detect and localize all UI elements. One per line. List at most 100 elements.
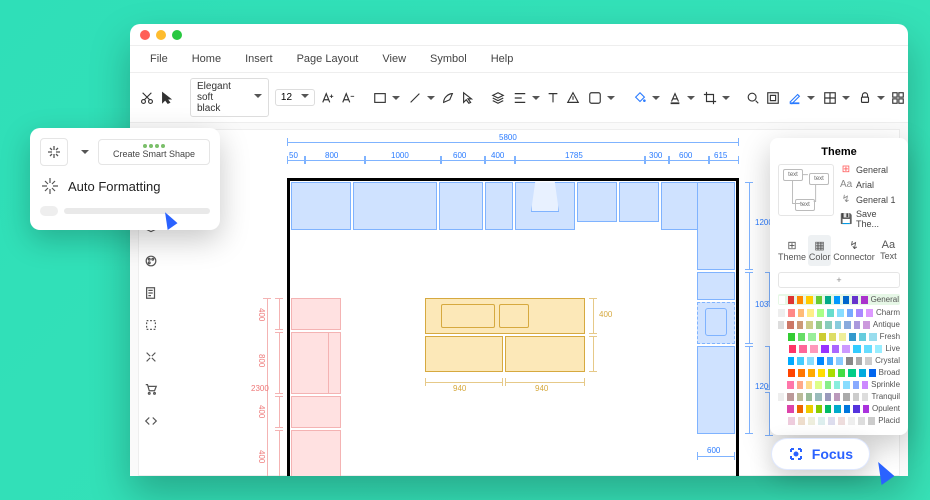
side-tool-cart[interactable] bbox=[140, 378, 162, 400]
chevron-down-icon[interactable] bbox=[684, 89, 695, 107]
cabinet[interactable] bbox=[353, 182, 437, 230]
menu-page-layout[interactable]: Page Layout bbox=[287, 50, 369, 68]
cut-icon[interactable] bbox=[140, 89, 154, 107]
chevron-down-icon[interactable] bbox=[76, 138, 90, 166]
chevron-down-icon[interactable] bbox=[389, 89, 400, 107]
theme-list-save[interactable]: 💾Save The... bbox=[840, 209, 900, 229]
color-swatch bbox=[853, 393, 859, 401]
pointer-outline-icon[interactable] bbox=[461, 89, 475, 107]
format-slider[interactable] bbox=[40, 206, 210, 216]
minimize-window-icon[interactable] bbox=[156, 30, 166, 40]
layers-icon[interactable] bbox=[491, 89, 505, 107]
theme-tab-theme[interactable]: ⊞Theme bbox=[778, 235, 806, 266]
menu-symbol[interactable]: Symbol bbox=[420, 50, 477, 68]
cabinet-red[interactable] bbox=[291, 430, 341, 476]
swatch-row-general[interactable]: General bbox=[778, 294, 900, 305]
swatch-row-fresh[interactable]: Fresh bbox=[778, 332, 900, 341]
menu-help[interactable]: Help bbox=[481, 50, 524, 68]
cabinet[interactable] bbox=[697, 272, 735, 300]
swatch-row-live[interactable]: Live bbox=[778, 344, 900, 353]
theme-list-general[interactable]: ⊞General bbox=[840, 164, 900, 175]
side-tool-palette[interactable] bbox=[140, 250, 162, 272]
swatch-row-sprinkle[interactable]: Sprinkle bbox=[778, 380, 900, 389]
maximize-window-icon[interactable] bbox=[172, 30, 182, 40]
cabinet[interactable] bbox=[291, 182, 351, 230]
close-window-icon[interactable] bbox=[140, 30, 150, 40]
swatch-row-placid[interactable]: Placid bbox=[778, 416, 900, 425]
cabinet-red[interactable] bbox=[291, 298, 341, 330]
menu-insert[interactable]: Insert bbox=[235, 50, 283, 68]
swatch-row-charm[interactable]: Charm bbox=[778, 308, 900, 317]
text-icon[interactable] bbox=[546, 89, 560, 107]
fit-page-icon[interactable] bbox=[766, 89, 780, 107]
menu-home[interactable]: Home bbox=[182, 50, 231, 68]
line-icon[interactable] bbox=[406, 89, 424, 107]
add-theme-button[interactable]: + bbox=[778, 272, 900, 288]
color-swatch bbox=[787, 321, 793, 329]
cabinet[interactable] bbox=[577, 182, 617, 222]
style-icon[interactable] bbox=[586, 89, 604, 107]
increase-font-icon[interactable] bbox=[321, 89, 335, 107]
menu-file[interactable]: File bbox=[140, 50, 178, 68]
swatch-row-crystal[interactable]: Crystal bbox=[778, 356, 900, 365]
swatch-row-broad[interactable]: Broad bbox=[778, 368, 900, 377]
cabinet[interactable] bbox=[439, 182, 483, 230]
cabinet[interactable] bbox=[697, 182, 735, 270]
chevron-down-icon[interactable] bbox=[604, 89, 615, 107]
font-size-select[interactable]: 12 bbox=[275, 89, 315, 106]
color-swatch bbox=[828, 417, 835, 425]
lock-icon[interactable] bbox=[856, 89, 874, 107]
chevron-down-icon[interactable] bbox=[804, 89, 815, 107]
crop-icon[interactable] bbox=[701, 89, 719, 107]
pen-icon[interactable] bbox=[441, 89, 455, 107]
chevron-down-icon[interactable] bbox=[649, 89, 660, 107]
theme-tab-text[interactable]: AaText bbox=[877, 235, 900, 266]
swatch-row-tranquil[interactable]: Tranquil bbox=[778, 392, 900, 401]
decrease-font-icon[interactable] bbox=[341, 89, 355, 107]
side-tool-box[interactable] bbox=[140, 314, 162, 336]
island-cabinet[interactable] bbox=[425, 336, 503, 372]
text-color-icon[interactable] bbox=[666, 89, 684, 107]
align-icon[interactable] bbox=[511, 89, 529, 107]
chevron-down-icon[interactable] bbox=[719, 89, 730, 107]
cabinet[interactable] bbox=[697, 346, 735, 434]
theme-list-general1[interactable]: ↯General 1 bbox=[840, 194, 900, 205]
table-icon[interactable] bbox=[821, 89, 839, 107]
font-select[interactable]: Elegant soft black bbox=[190, 78, 269, 117]
swatch-row-antique[interactable]: Antique bbox=[778, 320, 900, 329]
chevron-down-icon[interactable] bbox=[529, 89, 540, 107]
chevron-down-icon[interactable] bbox=[424, 89, 435, 107]
zoom-icon[interactable] bbox=[746, 89, 760, 107]
color-swatch bbox=[834, 405, 840, 413]
rectangle-icon[interactable] bbox=[371, 89, 389, 107]
color-swatch bbox=[825, 381, 831, 389]
color-swatch bbox=[797, 296, 803, 304]
color-swatch bbox=[788, 333, 795, 341]
sparkle-icon[interactable] bbox=[40, 138, 68, 166]
edit-line-icon[interactable] bbox=[786, 89, 804, 107]
focus-button[interactable]: Focus bbox=[771, 438, 870, 470]
font-name: Elegant soft black bbox=[197, 81, 231, 114]
create-smart-shape-button[interactable]: Create Smart Shape bbox=[98, 139, 210, 165]
swatch-row-opulent[interactable]: Opulent bbox=[778, 404, 900, 413]
theme-tab-color[interactable]: ▦Color bbox=[808, 235, 831, 266]
cabinet[interactable] bbox=[485, 182, 513, 230]
cabinet[interactable] bbox=[619, 182, 659, 222]
color-swatch bbox=[778, 321, 784, 329]
menu-view[interactable]: View bbox=[372, 50, 416, 68]
chevron-down-icon[interactable] bbox=[839, 89, 850, 107]
island-cabinet[interactable] bbox=[505, 336, 585, 372]
theme-list-arial[interactable]: AaArial bbox=[840, 179, 900, 190]
warning-triangle-icon[interactable] bbox=[566, 89, 580, 107]
side-tool-code[interactable] bbox=[140, 410, 162, 432]
side-tool-page[interactable] bbox=[140, 282, 162, 304]
cabinet[interactable] bbox=[661, 182, 701, 230]
dimension-line bbox=[485, 160, 515, 161]
theme-tab-connector[interactable]: ↯Connector bbox=[833, 235, 875, 266]
side-tool-expand[interactable] bbox=[140, 346, 162, 368]
grid-layout-icon[interactable] bbox=[891, 89, 905, 107]
cabinet-red[interactable] bbox=[291, 396, 341, 428]
fill-icon[interactable] bbox=[631, 89, 649, 107]
cursor-icon[interactable] bbox=[160, 89, 174, 107]
chevron-down-icon[interactable] bbox=[874, 89, 885, 107]
